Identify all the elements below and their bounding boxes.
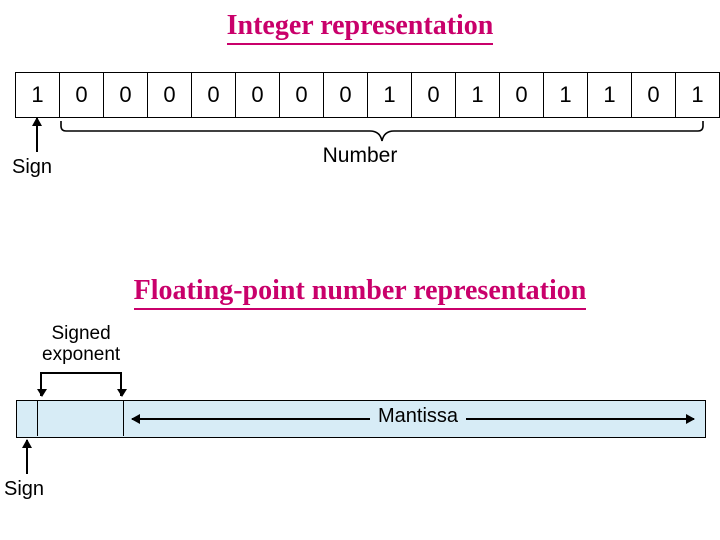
integer-bit: 0 (60, 73, 104, 118)
integer-bit: 1 (588, 73, 632, 118)
integer-bit: 0 (280, 73, 324, 118)
float-mantissa-label: Mantissa (370, 405, 466, 428)
float-exponent-label-line2: exponent (42, 344, 120, 365)
float-exponent-label-line1: Signed (52, 323, 111, 344)
integer-bit: 1 (544, 73, 588, 118)
float-divider-exponent (123, 400, 124, 436)
integer-bit: 0 (236, 73, 280, 118)
bracket-arrow-right-icon (120, 372, 122, 396)
integer-bit: 1 (16, 73, 60, 118)
integer-bit: 0 (192, 73, 236, 118)
integer-bit: 0 (324, 73, 368, 118)
curly-brace-icon (60, 120, 705, 142)
integer-bit: 0 (104, 73, 148, 118)
float-sign-label: Sign (4, 478, 44, 501)
integer-bit: 1 (456, 73, 500, 118)
integer-title-wrap: Integer representation (0, 10, 720, 45)
float-title-wrap: Floating-point number representation (0, 275, 720, 310)
bracket-icon (40, 372, 122, 374)
integer-bit: 0 (412, 73, 456, 118)
integer-title: Integer representation (227, 10, 494, 45)
float-exponent-label: Signed exponent (42, 324, 120, 366)
integer-bit: 1 (676, 73, 720, 118)
integer-number-label: Number (0, 144, 720, 168)
bracket-arrow-left-icon (40, 372, 42, 396)
integer-bit: 0 (148, 73, 192, 118)
integer-bit: 0 (500, 73, 544, 118)
integer-bit: 1 (368, 73, 412, 118)
integer-bit-row: 1 0 0 0 0 0 0 0 1 0 1 0 1 1 0 1 (15, 72, 720, 118)
float-divider-sign (37, 400, 38, 436)
arrow-up-icon (26, 440, 28, 474)
float-title: Floating-point number representation (134, 275, 587, 310)
integer-bit: 0 (632, 73, 676, 118)
